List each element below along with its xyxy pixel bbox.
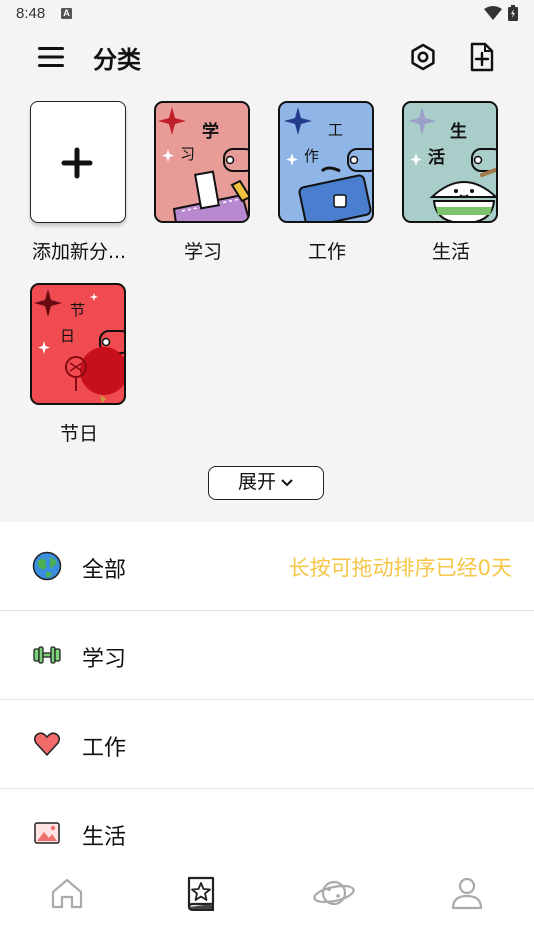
tile-char: 生 xyxy=(450,122,467,142)
category-tile-festival[interactable]: 节 日 节日 xyxy=(29,283,129,446)
notification-icon: A xyxy=(61,8,72,19)
work-notebook-icon: 工 作 xyxy=(278,101,374,223)
profile-icon[interactable] xyxy=(448,874,486,912)
page-title: 分类 xyxy=(93,46,141,74)
wifi-icon xyxy=(484,6,502,20)
picture-icon xyxy=(34,822,60,844)
status-bar: 8:48 A xyxy=(0,0,534,28)
add-category-box xyxy=(30,101,126,223)
globe-icon xyxy=(32,551,62,581)
tile-char: 节 xyxy=(70,301,86,319)
festival-notebook-icon: 节 日 xyxy=(30,283,126,405)
tile-char: 习 xyxy=(180,145,196,163)
list-item-study[interactable]: 学习 xyxy=(0,611,534,700)
category-tile-study[interactable]: 学 习 学习 xyxy=(153,101,253,264)
tile-char: 日 xyxy=(60,327,76,345)
status-time: 8:48 xyxy=(16,5,46,22)
category-tile-life[interactable]: 生 活 生活 xyxy=(401,101,501,264)
battery-icon xyxy=(508,5,518,21)
category-label: 添加新分... xyxy=(31,241,127,263)
plus-icon xyxy=(61,147,93,179)
planet-icon[interactable] xyxy=(312,874,356,912)
header xyxy=(0,28,534,86)
tile-char: 活 xyxy=(428,148,445,168)
expand-label: 展开 xyxy=(237,471,276,493)
tile-char: 作 xyxy=(304,147,320,165)
menu-icon[interactable] xyxy=(38,44,66,70)
sort-hint-text: 长按可拖动排序已经0天 xyxy=(288,556,512,580)
tile-char: 学 xyxy=(202,122,219,142)
study-notebook-icon: 学 习 xyxy=(154,101,250,223)
category-tile-work[interactable]: 工 作 工作 xyxy=(277,101,377,264)
list-item-work[interactable]: 工作 xyxy=(0,700,534,789)
add-category-tile[interactable]: 添加新分... xyxy=(29,101,129,264)
expand-button[interactable]: 展开 xyxy=(208,466,324,500)
category-label: 学习 xyxy=(183,241,222,263)
settings-icon[interactable] xyxy=(408,42,438,72)
category-label: 工作 xyxy=(307,241,346,263)
life-notebook-icon: 生 活 xyxy=(402,101,498,223)
home-icon[interactable] xyxy=(48,874,86,912)
tile-char: 工 xyxy=(328,121,344,139)
book-star-icon[interactable] xyxy=(182,874,220,912)
chevron-down-icon xyxy=(281,478,293,486)
category-label: 节日 xyxy=(59,423,98,445)
list-item-label: 生活 xyxy=(82,825,127,850)
category-label: 生活 xyxy=(431,241,470,263)
heart-icon xyxy=(33,732,61,756)
list-item-label: 全部 xyxy=(82,558,127,583)
list-item-label: 工作 xyxy=(82,736,127,761)
add-file-icon[interactable] xyxy=(468,42,496,72)
list-item-label: 学习 xyxy=(82,647,127,672)
dumbbell-icon xyxy=(33,646,61,664)
list-item-all[interactable]: 全部 长按可拖动排序已经0天 xyxy=(0,522,534,611)
